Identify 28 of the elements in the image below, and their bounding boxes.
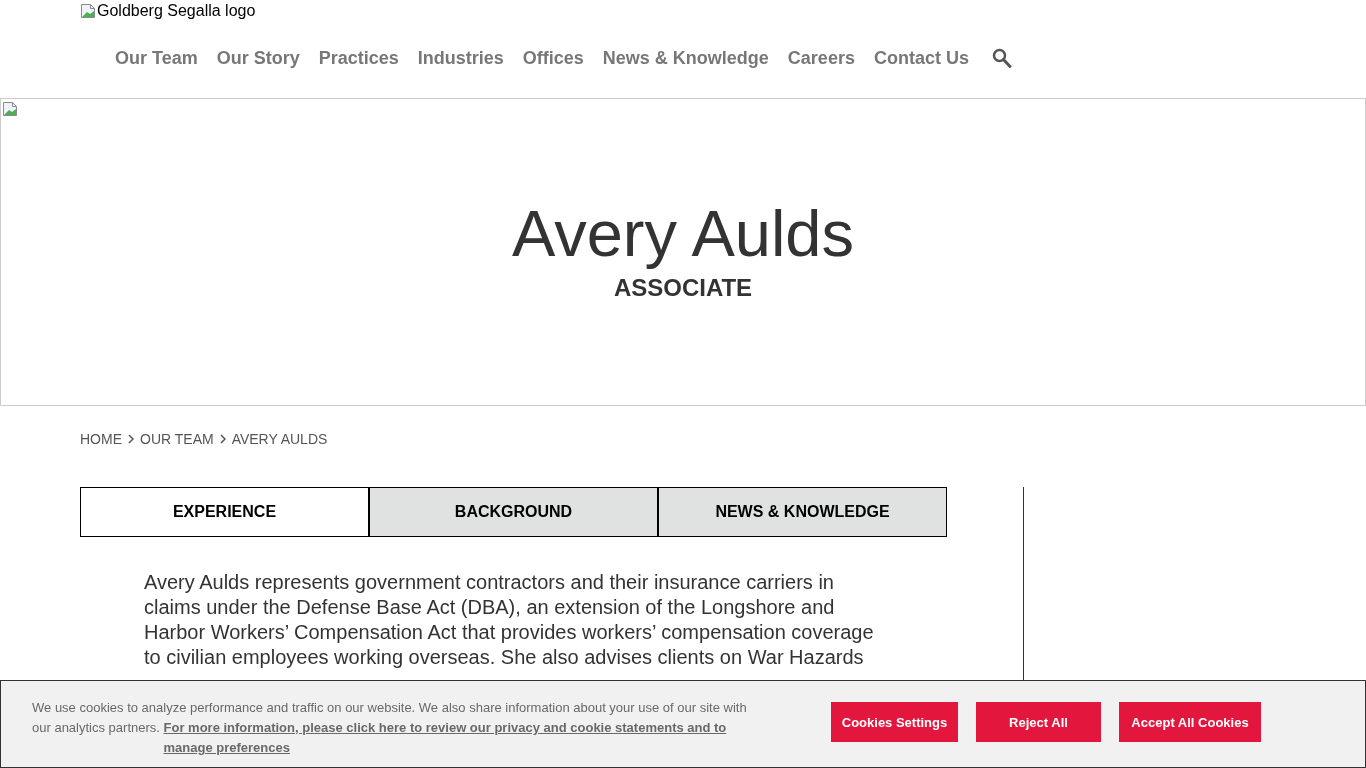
privacy-link[interactable]: For more information, please click here to review our privacy and cookie statements and to manage preferences xyxy=(163,718,749,758)
nav-link[interactable]: Careers xyxy=(787,47,855,69)
broken-image-icon xyxy=(80,3,96,19)
chevron-right-icon xyxy=(128,434,134,444)
tab[interactable]: EXPERIENCE xyxy=(80,487,369,537)
nav-link[interactable]: Industries xyxy=(417,47,504,69)
nav-link[interactable]: Our Team xyxy=(115,47,198,69)
cookie-button[interactable]: Reject All xyxy=(976,702,1101,742)
nav-link[interactable]: News & Knowledge xyxy=(602,47,769,69)
search-icon[interactable] xyxy=(991,47,1012,69)
nav-link[interactable]: Contact Us xyxy=(873,47,969,69)
logo-alt-text[interactable]: Goldberg Segalla logo xyxy=(97,2,256,20)
cookie-button[interactable]: Accept All Cookies xyxy=(1119,702,1261,742)
broken-image-icon xyxy=(2,101,18,117)
bio-paragraph: Avery Aulds represents government contractors and their insurance carriers in claims under the Defense Base Act (DBA), an extension of the Longshore and Harbor Workers’ Compensation Act that provides workers’ compensation coverage to civilian employees working overseas. She also advises clients on War Hazards xyxy=(144,570,875,670)
job-title: ASSOCIATE xyxy=(613,274,753,302)
person-name: Avery Aulds xyxy=(511,198,854,270)
breadcrumb-current-page: AVERY AULDS xyxy=(231,431,328,447)
tab[interactable]: BACKGROUND xyxy=(369,487,658,537)
breadcrumb-link[interactable]: OUR TEAM xyxy=(140,431,214,447)
nav-link[interactable]: Our Story xyxy=(216,47,300,69)
tab[interactable]: NEWS & KNOWLEDGE xyxy=(658,487,947,537)
nav-link[interactable]: Practices xyxy=(318,47,399,69)
cookie-notice-text: We use cookies to analyze performance and traffic on our website. We also share information about your use of our site with our analytics partners. For more information, please click here to review our privacy and cookie statements and to manage preferences xyxy=(32,698,757,758)
chevron-right-icon xyxy=(219,434,226,444)
cookie-button[interactable]: Cookies Settings xyxy=(831,702,958,742)
nav-link[interactable]: Offices xyxy=(522,47,584,69)
breadcrumb-link[interactable]: HOME xyxy=(80,431,122,447)
